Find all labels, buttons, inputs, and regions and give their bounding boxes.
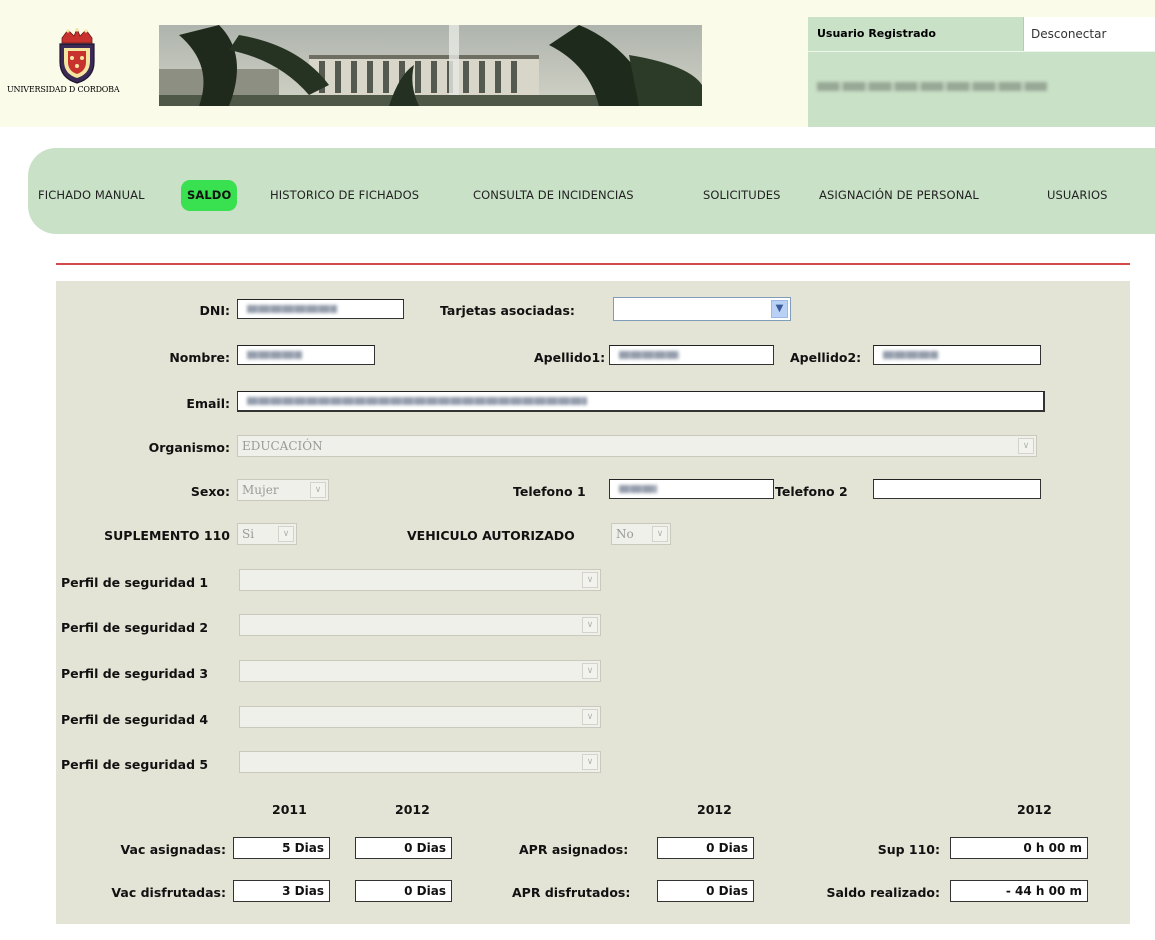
chevron-down-icon: ▼ [771, 300, 788, 318]
chevron-down-icon: ∨ [652, 526, 668, 542]
nav-fichado-manual[interactable]: FICHADO MANUAL [38, 180, 145, 211]
logout-button[interactable]: Desconectar [1023, 17, 1155, 51]
perfil-4-label: Perfil de seguridad 4 [61, 712, 209, 727]
section-divider [56, 263, 1130, 265]
campus-banner-image [159, 25, 702, 106]
telefono2-label: Telefono 2 [775, 484, 848, 499]
year-apr-2012: 2012 [697, 802, 732, 817]
dni-label: DNI: [199, 303, 231, 318]
email-field[interactable] [237, 391, 1045, 412]
telefono1-label: Telefono 1 [513, 484, 586, 499]
chevron-down-icon: ∨ [582, 617, 598, 633]
telefono2-field[interactable] [873, 479, 1041, 499]
saldo-realizado-value: - 44 h 00 m [950, 880, 1088, 902]
logo-text: UNIVERSIDAD D CORDOBA [7, 85, 120, 94]
perfil-4-select[interactable]: ∨ [239, 706, 601, 728]
nav-historico-de-fichados[interactable]: HISTORICO DE FICHADOS [270, 180, 419, 211]
nombre-field[interactable] [237, 345, 375, 365]
dni-field[interactable] [237, 299, 404, 319]
perfil-3-select[interactable]: ∨ [239, 660, 601, 682]
chevron-down-icon: ∨ [582, 754, 598, 770]
vehiculo-select[interactable]: No ∨ [611, 523, 671, 545]
user-panel: Usuario Registrado Desconectar [808, 17, 1155, 127]
nombre-label: Nombre: [169, 350, 230, 365]
vehiculo-value: No [616, 527, 634, 541]
sexo-value: Mujer [242, 483, 279, 497]
perfil-2-label: Perfil de seguridad 2 [61, 620, 209, 635]
apellido2-label: Apellido2: [790, 350, 862, 365]
year-vac-2011: 2011 [272, 802, 307, 817]
perfil-2-select[interactable]: ∨ [239, 614, 601, 636]
nav-consulta-de-incidencias[interactable]: CONSULTA DE INCIDENCIAS [473, 180, 634, 211]
vac-asignadas-2011: 5 Dias [233, 837, 330, 859]
apr-disfrutados-value: 0 Dias [657, 880, 754, 902]
user-divider [808, 51, 1155, 52]
vac-disfrutadas-2012: 0 Dias [355, 880, 452, 902]
email-label: Email: [186, 396, 230, 411]
apr-asignados-value: 0 Dias [657, 837, 754, 859]
vehiculo-label: VEHICULO AUTORIZADO [407, 528, 575, 543]
vac-asignadas-2012: 0 Dias [355, 837, 452, 859]
organismo-label: Organismo: [148, 440, 230, 455]
nav-asignacion-de-personal[interactable]: ASIGNACIÓN DE PERSONAL [819, 180, 979, 211]
perfil-5-label: Perfil de seguridad 5 [61, 757, 209, 772]
apr-disfrutados-label: APR disfrutados: [512, 885, 631, 900]
year-vac-2012: 2012 [395, 802, 430, 817]
chevron-down-icon: ∨ [1018, 438, 1034, 454]
suplemento-value: Si [242, 527, 255, 541]
nav-saldo[interactable]: SALDO [181, 180, 238, 211]
apellido1-field[interactable] [609, 345, 774, 365]
user-label: Usuario Registrado [817, 27, 936, 40]
sexo-label: Sexo: [190, 484, 230, 499]
apellido1-label: Apellido1: [534, 350, 606, 365]
suplemento-select[interactable]: Si ∨ [237, 523, 297, 545]
sup110-label: Sup 110: [877, 842, 940, 857]
apellido2-field[interactable] [873, 345, 1041, 365]
organismo-select[interactable]: EDUCACIÓN ∨ [237, 435, 1037, 457]
page-header: UNIVERSIDAD D CORDOBA Usuario Registrado… [0, 0, 1155, 127]
nav-usuarios[interactable]: USUARIOS [1047, 180, 1108, 211]
telefono1-field[interactable] [609, 479, 774, 499]
organismo-value: EDUCACIÓN [242, 439, 323, 453]
vac-asignadas-label: Vac asignadas: [120, 842, 226, 857]
chevron-down-icon: ∨ [582, 663, 598, 679]
apr-asignados-label: APR asignados: [519, 842, 629, 857]
perfil-5-select[interactable]: ∨ [239, 751, 601, 773]
chevron-down-icon: ∨ [310, 482, 326, 498]
chevron-down-icon: ∨ [582, 709, 598, 725]
suplemento-label: SUPLEMENTO 110 [104, 528, 230, 543]
university-crest-icon [59, 28, 95, 84]
tarjetas-select[interactable]: ▼ [613, 297, 791, 321]
perfil-1-label: Perfil de seguridad 1 [61, 575, 209, 590]
employee-form [56, 281, 1130, 924]
tarjetas-label: Tarjetas asociadas: [440, 303, 575, 318]
nav-solicitudes[interactable]: SOLICITUDES [703, 180, 781, 211]
user-name-redacted [817, 82, 1047, 91]
perfil-3-label: Perfil de seguridad 3 [61, 666, 209, 681]
vac-disfrutadas-2011: 3 Dias [233, 880, 330, 902]
university-logo[interactable]: UNIVERSIDAD D CORDOBA [5, 22, 151, 112]
year-sup-2012: 2012 [1017, 802, 1052, 817]
sup110-value: 0 h 00 m [950, 837, 1088, 859]
vac-disfrutadas-label: Vac disfrutadas: [111, 885, 226, 900]
chevron-down-icon: ∨ [278, 526, 294, 542]
sexo-select[interactable]: Mujer ∨ [237, 479, 329, 501]
saldo-realizado-label: Saldo realizado: [826, 885, 940, 900]
chevron-down-icon: ∨ [582, 572, 598, 588]
perfil-1-select[interactable]: ∨ [239, 569, 601, 591]
